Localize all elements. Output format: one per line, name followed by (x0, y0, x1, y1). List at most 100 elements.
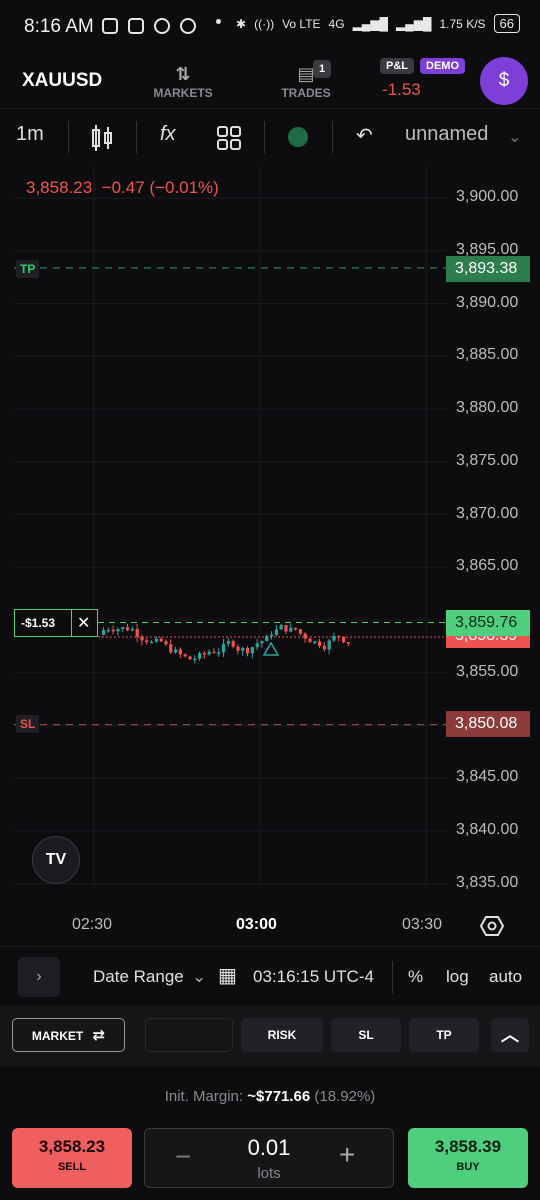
divider (68, 121, 69, 153)
indicators-icon[interactable]: fx (160, 123, 176, 146)
candle-body (116, 628, 120, 632)
sell-button[interactable]: 3,858.23 SELL (12, 1128, 132, 1188)
expand-panel-button[interactable]: › (18, 957, 60, 997)
candle-body (183, 654, 187, 657)
position-pnl-box[interactable]: -$1.53 ✕ (14, 609, 98, 637)
candle-body (121, 627, 125, 629)
x-tick-label: 03:30 (402, 916, 443, 933)
risk-button[interactable]: RISK (241, 1018, 323, 1052)
layout-grid-icon[interactable] (216, 125, 242, 151)
lots-stepper[interactable]: − 0.01 lots + (144, 1128, 394, 1188)
auto-toggle[interactable]: auto (489, 967, 522, 987)
hotspot-icon: ((·)) (254, 16, 275, 31)
tp-button[interactable]: TP (409, 1018, 479, 1052)
candle-body (154, 638, 158, 642)
net-speed: 1.75 K/S (439, 16, 486, 31)
ohlc-change: −0.47 (−0.01%) (101, 178, 219, 197)
account-avatar[interactable]: $ (480, 57, 528, 105)
settings-hex-icon[interactable] (480, 914, 504, 938)
candle-body (106, 629, 110, 632)
sl-price-tag[interactable]: 3,850.08 (446, 711, 530, 737)
margin-percent: (18.92%) (314, 1088, 376, 1105)
candle-body (303, 633, 307, 639)
chevron-down-icon[interactable]: ⌄ (192, 967, 206, 987)
date-range-button[interactable]: Date Range (93, 967, 184, 987)
close-position-icon[interactable]: ✕ (77, 613, 90, 633)
margin-label: Init. Margin: (164, 1088, 244, 1105)
trades-label: TRADES (281, 86, 331, 100)
sl-button[interactable]: SL (331, 1018, 401, 1052)
trades-button[interactable]: ▤ 1 TRADES (261, 60, 351, 100)
chevron-down-icon[interactable]: ⌄ (508, 127, 521, 147)
candle-body (255, 643, 259, 647)
candle-body (284, 624, 288, 632)
bluetooth-icon: ✱ (236, 16, 247, 31)
position-pnl: -$1.53 (21, 616, 56, 630)
candle-body (178, 649, 182, 655)
undo-icon[interactable]: ↶ (356, 123, 373, 148)
y-tick-label: 3,880.00 (456, 399, 519, 416)
switch-order-type-icon: ⇄ (92, 1027, 106, 1044)
lots-value[interactable]: 0.01 (215, 1135, 323, 1161)
status-right: ✱ ((·)) Vo LTE 4G ▂▄▆█ ▂▄▆█ 1.75 K/S 66 (236, 14, 520, 33)
trades-count-badge: 1 (313, 60, 331, 78)
timeframe-button[interactable]: 1m (16, 123, 44, 146)
market-order-button[interactable]: MARKET ⇄ (12, 1018, 125, 1052)
trades-icon: ▤ (297, 64, 315, 84)
candle-type-icon[interactable] (90, 123, 114, 153)
candle-body (159, 638, 163, 642)
divider (392, 961, 393, 993)
order-panel: Init. Margin: ~$771.66 (18.92%) 3,858.23… (0, 1066, 540, 1200)
candle-body (193, 658, 197, 661)
order-type-controls: MARKET ⇄ RISK SL TP ︿ (0, 1006, 540, 1066)
candle-body (140, 636, 144, 641)
candle-body (164, 641, 168, 645)
candle-body (217, 652, 221, 654)
candle-body (308, 638, 312, 643)
y-tick-label: 3,870.00 (456, 504, 519, 522)
log-toggle[interactable]: log (446, 967, 469, 987)
percent-toggle[interactable]: % (408, 967, 423, 987)
candle-body (332, 635, 336, 641)
buy-button[interactable]: 3,858.39 BUY (408, 1128, 528, 1188)
markets-button[interactable]: ⇅ MARKETS (138, 62, 228, 100)
more-notifications-icon (216, 19, 221, 24)
y-tick-label: 3,890.00 (456, 293, 519, 311)
candle-body (135, 628, 139, 637)
tp-price-tag[interactable]: 3,893.38 (446, 256, 530, 282)
layout-name[interactable]: unnamed (405, 123, 488, 146)
app-header: XAUUSD ⇅ MARKETS ▤ 1 TRADES P&L DEMO -1.… (0, 54, 540, 108)
y-tick-label: 3,900.00 (456, 188, 519, 205)
chart-bottom-bar: › Date Range ⌄ ▦ 03:16:15 UTC-4 % log au… (0, 946, 540, 1007)
candle-body (318, 641, 322, 646)
candle-body (313, 641, 317, 644)
price-chart[interactable]: 3,858.23 −0.47 (−0.01%) 3,900.00 3,895.00… (0, 166, 540, 946)
candle-body (327, 640, 331, 650)
signal-icon: ▂▄▆█ (352, 16, 389, 31)
tp-label[interactable]: TP (16, 260, 40, 278)
candle-body (265, 635, 269, 642)
lots-label: lots (257, 1165, 281, 1182)
decrease-lots-icon[interactable]: − (175, 1141, 191, 1173)
calendar-icon[interactable]: ▦ (218, 963, 237, 988)
candle-body (174, 649, 178, 653)
tradingview-logo-icon[interactable]: TV (32, 836, 80, 884)
chart-time[interactable]: 03:16:15 UTC-4 (253, 967, 374, 987)
candle-body (260, 641, 264, 644)
y-tick-label: 3,875.00 (456, 451, 519, 469)
divider (332, 121, 333, 153)
pnl-value: -1.53 (382, 80, 421, 99)
symbol-title[interactable]: XAUUSD (22, 70, 102, 92)
chevron-up-icon[interactable]: ︿ (491, 1018, 529, 1052)
sl-label[interactable]: SL (16, 715, 40, 733)
battery-level: 66 (493, 14, 520, 33)
y-tick-label: 3,840.00 (456, 821, 519, 838)
candle-body (298, 629, 302, 634)
y-tick-label: 3,865.00 (456, 557, 519, 575)
ask-price-tag: 3,859.76 (446, 610, 530, 636)
market-status-icon[interactable] (288, 127, 308, 147)
candle-body (346, 642, 350, 644)
order-empty-slot[interactable] (145, 1018, 233, 1052)
instagram-icon (128, 18, 144, 34)
increase-lots-icon[interactable]: + (339, 1139, 355, 1171)
